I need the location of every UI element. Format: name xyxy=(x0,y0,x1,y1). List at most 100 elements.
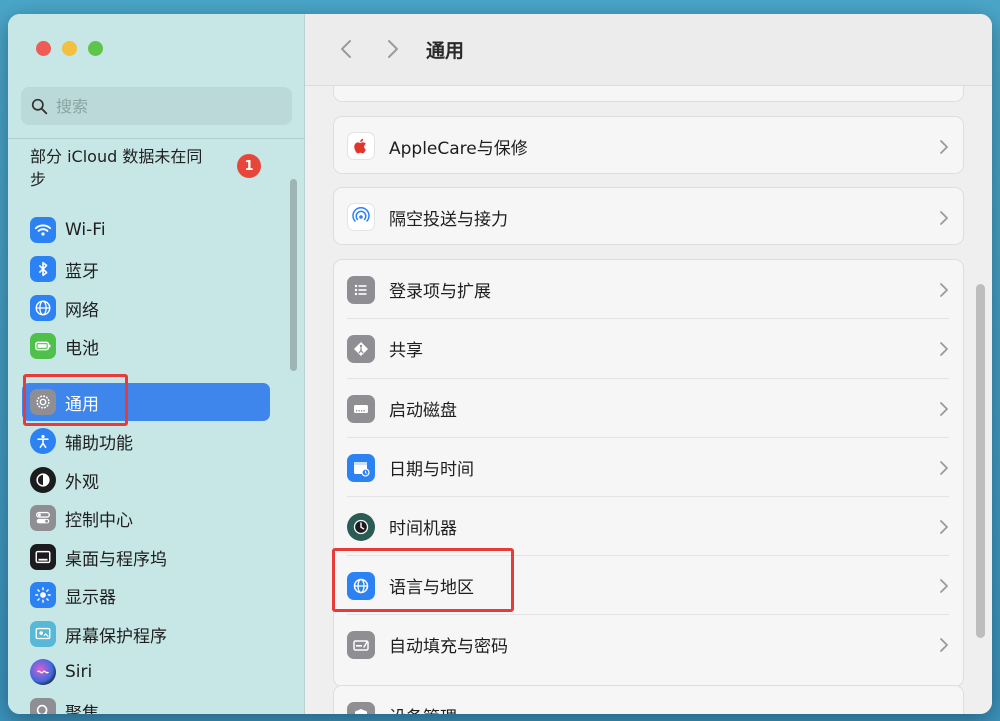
forward-arrow-icon[interactable] xyxy=(383,38,403,60)
sidebar-item-displays[interactable]: 显示器 xyxy=(22,576,270,614)
dock-icon xyxy=(30,544,56,570)
wifi-icon xyxy=(30,217,56,243)
chevron-right-icon xyxy=(940,638,948,652)
settings-window: 部分 iCloud 数据未在同步 1 Wi-Fi 蓝牙 网络 电池 xyxy=(8,14,992,714)
row-applecare[interactable]: AppleCare与保修 xyxy=(334,117,963,175)
control-center-icon xyxy=(30,505,56,531)
close-button[interactable] xyxy=(36,41,51,56)
settings-group-general: 登录项与扩展 共享 启动磁盘 日期与时间 时间机器 语言与地区 自动填充与密码 xyxy=(333,259,964,687)
chevron-right-icon xyxy=(940,211,948,225)
screensaver-icon xyxy=(30,621,56,647)
icloud-sync-notice[interactable]: 部分 iCloud 数据未在同步 xyxy=(30,145,210,191)
chevron-right-icon xyxy=(940,283,948,297)
search-input[interactable] xyxy=(56,96,276,116)
sidebar-item-general[interactable]: 通用 xyxy=(22,383,270,421)
page-title: 通用 xyxy=(426,40,465,62)
sidebar-item-label: 外观 xyxy=(65,472,99,493)
settings-group-applecare: AppleCare与保修 xyxy=(333,116,964,174)
main-panel: AppleCare与保修 隔空投送与接力 登录项与扩展 共享 启动磁盘 日期与时… xyxy=(305,14,992,714)
sidebar: 部分 iCloud 数据未在同步 1 Wi-Fi 蓝牙 网络 电池 xyxy=(8,14,305,714)
row-startup-disk[interactable]: 启动磁盘 xyxy=(334,379,963,438)
row-label: 共享 xyxy=(389,341,423,361)
chevron-right-icon xyxy=(940,520,948,534)
main-scrollbar[interactable] xyxy=(976,284,985,638)
globe-icon xyxy=(30,295,56,321)
search-field[interactable] xyxy=(21,87,292,125)
sidebar-item-wifi[interactable]: Wi-Fi xyxy=(22,211,270,249)
sidebar-item-accessibility[interactable]: 辅助功能 xyxy=(22,422,270,460)
sidebar-item-label: 网络 xyxy=(65,300,99,321)
notification-badge: 1 xyxy=(237,154,261,178)
settings-group-airdrop: 隔空投送与接力 xyxy=(333,187,964,245)
disk-icon xyxy=(347,394,375,423)
sidebar-item-label: Siri xyxy=(65,662,93,682)
chevron-right-icon xyxy=(940,461,948,475)
row-label: 自动填充与密码 xyxy=(389,637,508,657)
toolbar: 通用 xyxy=(305,14,992,86)
row-label: AppleCare与保修 xyxy=(389,138,528,159)
chevron-right-icon xyxy=(940,579,948,593)
row-label: 时间机器 xyxy=(389,519,457,539)
row-airdrop-handoff[interactable]: 隔空投送与接力 xyxy=(334,188,963,246)
bluetooth-icon xyxy=(30,256,56,282)
device-management-icon xyxy=(347,701,375,714)
row-login-items[interactable]: 登录项与扩展 xyxy=(334,260,963,319)
appearance-icon xyxy=(30,467,56,493)
row-date-time[interactable]: 日期与时间 xyxy=(334,438,963,497)
settings-group-management: 设备管理 xyxy=(333,685,964,714)
zoom-button[interactable] xyxy=(88,41,103,56)
sidebar-divider xyxy=(8,138,305,139)
row-sharing[interactable]: 共享 xyxy=(334,319,963,378)
sidebar-item-siri[interactable]: Siri xyxy=(22,653,270,691)
calendar-icon xyxy=(347,453,375,482)
battery-icon xyxy=(30,333,56,359)
sidebar-item-label: 聚焦 xyxy=(65,703,99,715)
sidebar-item-label: 蓝牙 xyxy=(65,261,99,282)
row-label: 登录项与扩展 xyxy=(389,282,491,302)
sidebar-item-label: 电池 xyxy=(65,338,99,359)
sidebar-item-label: 控制中心 xyxy=(65,510,133,531)
sidebar-item-label: 显示器 xyxy=(65,587,116,608)
time-machine-icon xyxy=(347,512,375,541)
sidebar-scrollbar[interactable] xyxy=(290,179,297,371)
sidebar-item-spotlight[interactable]: 聚焦 xyxy=(22,692,270,714)
sidebar-item-desktop-dock[interactable]: 桌面与程序坞 xyxy=(22,538,270,576)
search-icon xyxy=(31,98,48,114)
chevron-right-icon xyxy=(940,140,948,154)
sidebar-item-label: Wi-Fi xyxy=(65,220,106,240)
accessibility-icon xyxy=(30,428,56,454)
sidebar-item-network[interactable]: 网络 xyxy=(22,289,270,327)
row-time-machine[interactable]: 时间机器 xyxy=(334,497,963,556)
row-label: 启动磁盘 xyxy=(389,401,457,421)
sidebar-item-label: 通用 xyxy=(65,394,99,415)
row-label: 语言与地区 xyxy=(389,578,474,598)
minimize-button[interactable] xyxy=(62,41,77,56)
row-autofill-passwords[interactable]: 自动填充与密码 xyxy=(334,615,963,674)
sidebar-item-battery[interactable]: 电池 xyxy=(22,327,270,365)
back-arrow-icon[interactable] xyxy=(336,38,356,60)
language-globe-icon xyxy=(347,571,375,600)
airdrop-icon xyxy=(347,203,375,231)
row-device-management[interactable]: 设备管理 xyxy=(334,686,963,714)
sidebar-item-control-center[interactable]: 控制中心 xyxy=(22,499,270,537)
row-language-region[interactable]: 语言与地区 xyxy=(334,556,963,615)
sidebar-item-screensaver[interactable]: 屏幕保护程序 xyxy=(22,615,270,653)
display-icon xyxy=(30,582,56,608)
sidebar-item-appearance[interactable]: 外观 xyxy=(22,461,270,499)
apple-icon xyxy=(347,132,375,160)
list-icon xyxy=(347,275,375,304)
chevron-right-icon xyxy=(940,402,948,416)
spotlight-icon xyxy=(30,698,56,714)
row-label: 隔空投送与接力 xyxy=(389,209,508,230)
chevron-right-icon xyxy=(940,342,948,356)
row-label: 设备管理 xyxy=(389,703,457,714)
gear-icon xyxy=(30,389,56,415)
sidebar-item-label: 屏幕保护程序 xyxy=(65,626,167,647)
sidebar-item-label: 辅助功能 xyxy=(65,433,133,454)
row-label: 日期与时间 xyxy=(389,460,474,480)
sidebar-item-bluetooth[interactable]: 蓝牙 xyxy=(22,250,270,288)
sidebar-item-label: 桌面与程序坞 xyxy=(65,549,167,570)
window-controls xyxy=(36,41,103,56)
sharing-icon xyxy=(347,334,375,363)
siri-icon xyxy=(30,659,56,685)
